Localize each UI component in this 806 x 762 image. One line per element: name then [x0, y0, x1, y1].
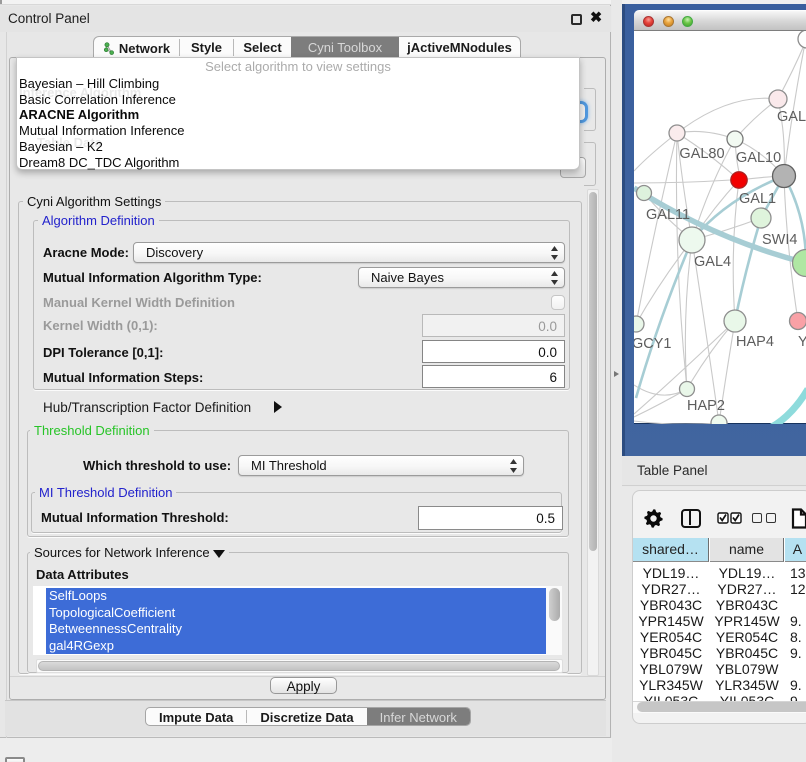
svg-text:GAL: GAL [777, 109, 806, 125]
svg-text:GCY1: GCY1 [634, 336, 672, 352]
svg-text:GAL4: GAL4 [694, 254, 731, 270]
svg-text:HAP4: HAP4 [736, 334, 774, 350]
svg-text:HAP2: HAP2 [687, 398, 725, 414]
svg-text:Y: Y [798, 334, 806, 350]
svg-text:GAL10: GAL10 [736, 150, 781, 166]
svg-text:GAL80: GAL80 [679, 146, 724, 162]
svg-text:GAL11: GAL11 [646, 207, 690, 223]
svg-text:GAL1: GAL1 [739, 191, 776, 207]
svg-text:SWI4: SWI4 [762, 232, 797, 248]
